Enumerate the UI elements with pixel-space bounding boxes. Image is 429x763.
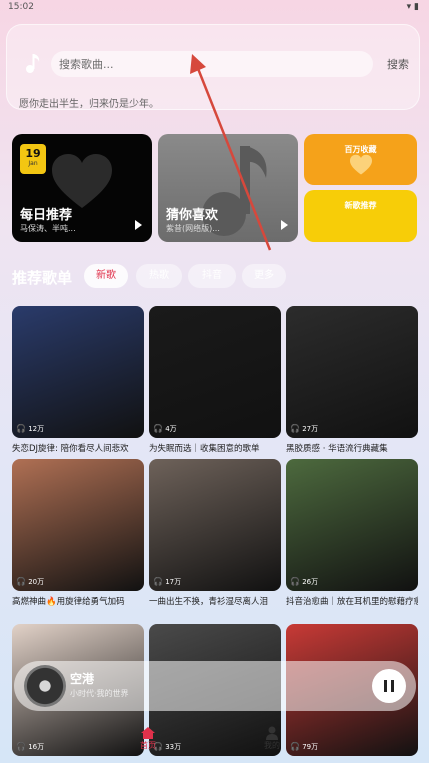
play-count: 🎧 26万 [290,577,318,587]
daily-subtitle: 马保涛、半吨... [20,224,76,233]
play-count-value: 27万 [302,425,319,433]
play-count: 🎧 20万 [16,577,44,587]
playlist-item[interactable]: 🎧 27万黑胶质感 · 华语流行典藏集 [286,306,418,454]
calendar-badge: 19 Jan [20,144,46,174]
playlist-cover[interactable]: 🎧 12万 [12,306,144,438]
playlist-title: 黑胶质感 · 华语流行典藏集 [286,444,388,454]
play-count: 🎧 17万 [153,577,181,587]
guess-title: 猜你喜欢 [166,208,219,223]
playlist-title: 抖音治愈曲｜放在耳机里的慰藉疗愈 [286,597,418,607]
search-input[interactable] [51,51,373,77]
status-bar: 15:02 ▾ ▮ [0,0,429,14]
nav-home[interactable]: 首页 [140,726,156,751]
nav-mine-label: 我的 [264,741,280,750]
headphone-icon: 🎧 [16,577,26,586]
slogan-text: 愿你走出半生，归来仍是少年。 [19,99,159,110]
status-icons: ▾ ▮ [406,2,419,12]
tab-more[interactable]: 更多 [242,264,286,288]
nav-home-label: 首页 [140,741,156,750]
play-count: 🎧 33万 [153,742,181,752]
music-note-icon [26,54,40,73]
play-icon[interactable] [281,220,288,230]
new-songs-card[interactable]: 新歌推荐 [304,190,417,242]
play-count-value: 33万 [165,743,182,751]
section-title: 推荐歌单 [12,269,73,287]
search-card: 搜索 愿你走出半生，归来仍是少年。 [6,24,420,110]
pause-button[interactable] [372,669,406,703]
playlist-cover[interactable]: 🎧 26万 [286,459,418,591]
playlist-title: 失恋DJ旋律: 陪你看尽人间悲欢 [12,444,129,454]
nav-mine[interactable]: 我的 [264,726,280,751]
guess-subtitle: 紫昔(网络版)... [166,224,220,233]
tab-new-songs[interactable]: 新歌 [84,264,128,288]
headphone-icon: 🎧 [290,424,300,433]
play-count-value: 4万 [165,425,177,433]
playlist-title: 为失眠而选｜收集困意的歌单 [149,444,260,454]
play-count-value: 26万 [302,578,319,586]
play-count: 🎧 16万 [16,742,44,752]
daily-title: 每日推荐 [20,208,73,223]
play-count-value: 16万 [28,743,45,751]
new-songs-label: 新歌推荐 [344,201,377,210]
play-count: 🎧 79万 [290,742,318,752]
player-song-title: 空港 [70,672,95,686]
date-day: 19 [25,147,41,160]
play-count: 🎧 12万 [16,424,44,434]
playlist-cover[interactable]: 🎧 4万 [149,306,281,438]
playlist-item[interactable]: 🎧 17万一曲出生不换，青衫湿尽离人泪 [149,459,281,607]
heart-icon [350,154,372,175]
playlist-title: 高燃神曲🔥用旋律给勇气加码 [12,597,125,607]
play-count-value: 79万 [302,743,319,751]
search-button[interactable]: 搜索 [387,56,409,72]
home-icon [141,727,155,739]
top-favorites-card[interactable]: 百万收藏 [304,134,417,185]
mini-player[interactable]: 空港 小时代·我的世界 [14,661,416,711]
play-count-value: 20万 [28,578,45,586]
playlist-cover[interactable]: 🎧 20万 [12,459,144,591]
play-count-value: 12万 [28,425,45,433]
player-artist: 小时代·我的世界 [70,689,129,698]
play-count-value: 17万 [165,578,182,586]
playlist-title: 一曲出生不换，青衫湿尽离人泪 [149,597,269,607]
headphone-icon: 🎧 [290,577,300,586]
tab-douyin[interactable]: 抖音 [188,264,236,288]
headphone-icon: 🎧 [16,742,26,751]
play-icon[interactable] [135,220,142,230]
headphone-icon: 🎧 [153,424,163,433]
album-disc[interactable] [24,665,66,707]
headphone-icon: 🎧 [153,577,163,586]
playlist-item[interactable]: 🎧 20万高燃神曲🔥用旋律给勇气加码 [12,459,144,607]
playlist-item[interactable]: 🎧 26万抖音治愈曲｜放在耳机里的慰藉疗愈 [286,459,418,607]
user-icon [266,726,278,740]
heart-icon [52,154,112,208]
playlist-cover[interactable]: 🎧 27万 [286,306,418,438]
playlist-item[interactable]: 🎧 4万为失眠而选｜收集困意的歌单 [149,306,281,454]
tab-hot-songs[interactable]: 热歌 [136,264,182,288]
play-count: 🎧 4万 [153,424,177,434]
status-time: 15:02 [8,2,34,12]
date-month: Jan [28,160,38,167]
playlist-item[interactable]: 🎧 12万失恋DJ旋律: 陪你看尽人间悲欢 [12,306,144,454]
headphone-icon: 🎧 [290,742,300,751]
playlist-cover[interactable]: 🎧 17万 [149,459,281,591]
headphone-icon: 🎧 [16,424,26,433]
play-count: 🎧 27万 [290,424,318,434]
daily-recommend-card[interactable]: 19 Jan 每日推荐 马保涛、半吨... [12,134,152,242]
guess-you-like-card[interactable]: 猜你喜欢 紫昔(网络版)... [158,134,298,242]
